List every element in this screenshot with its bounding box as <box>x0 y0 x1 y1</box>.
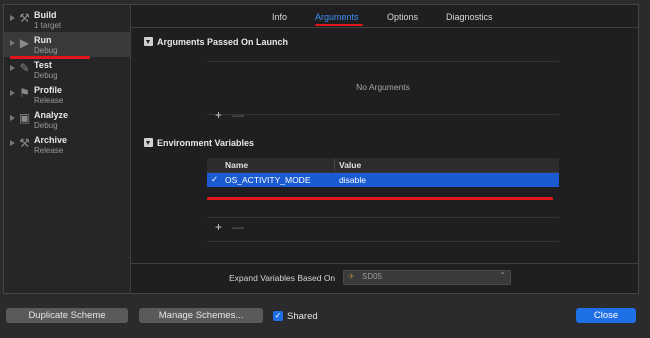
arguments-list: No Arguments <box>207 61 559 115</box>
annotation-underline <box>315 24 363 26</box>
expand-variables-select[interactable]: ✈ SD05 ⌃ <box>343 270 511 285</box>
divider <box>131 263 638 264</box>
annotation-underline <box>207 197 553 200</box>
sidebar-item-subtitle: Debug <box>34 71 58 80</box>
env-section-header[interactable]: Environment Variables <box>144 138 254 148</box>
sidebar-item-test[interactable]: ✎ Test Debug <box>4 57 130 82</box>
sidebar-item-profile[interactable]: ⚑ Profile Release <box>4 82 130 107</box>
env-value-cell[interactable]: disable <box>339 175 366 185</box>
table-row[interactable]: ✓ OS_ACTIVITY_MODE disable <box>207 173 559 187</box>
divider <box>207 217 559 218</box>
column-header-value[interactable]: Value <box>339 160 361 170</box>
chevron-right-icon <box>10 90 15 96</box>
tab-options[interactable]: Options <box>387 12 418 22</box>
chevron-right-icon <box>10 15 15 21</box>
checkbox-checked-icon[interactable]: ✓ <box>273 311 283 321</box>
close-button[interactable]: Close <box>576 308 636 323</box>
sidebar-item-subtitle: Release <box>34 96 64 105</box>
hammer-icon: ⚒ <box>19 11 30 25</box>
add-env-variable-button[interactable]: + <box>215 221 222 233</box>
remove-env-variable-button[interactable]: — <box>232 221 244 233</box>
chevron-right-icon <box>10 115 15 121</box>
arguments-section-header[interactable]: Arguments Passed On Launch <box>144 37 288 47</box>
sidebar-item-subtitle: Release <box>34 146 64 155</box>
sidebar-item-title: Build <box>34 10 57 20</box>
empty-state-text: No Arguments <box>356 82 410 92</box>
sidebar-item-title: Analyze <box>34 110 69 120</box>
column-header-name[interactable]: Name <box>225 160 248 170</box>
wrench-icon: ✎ <box>19 61 30 75</box>
sidebar-item-subtitle: Debug <box>34 121 58 130</box>
gauge-icon: ⚑ <box>19 86 30 100</box>
analyze-icon: ▣ <box>18 111 31 125</box>
section-title: Environment Variables <box>157 138 255 148</box>
scheme-detail-pane: Info Arguments Options Diagnostics Argum… <box>131 5 638 293</box>
sidebar-item-analyze[interactable]: ▣ Analyze Debug <box>4 107 130 132</box>
remove-argument-button[interactable]: — <box>232 109 244 121</box>
sidebar-item-run[interactable]: ▶ Run Debug <box>4 32 130 57</box>
chevron-right-icon <box>10 140 15 146</box>
sidebar-item-subtitle: 1 target <box>34 21 62 30</box>
expand-variables-label: Expand Variables Based On <box>229 273 336 283</box>
divider <box>207 241 559 242</box>
tab-info[interactable]: Info <box>272 12 287 22</box>
sidebar-item-title: Test <box>34 60 52 70</box>
section-title: Arguments Passed On Launch <box>157 37 289 47</box>
chevron-right-icon <box>10 40 15 46</box>
select-value: SD05 <box>362 272 383 281</box>
scheme-actions-sidebar: ⚒ Build 1 target ▶ Run Debug ✎ Test Debu… <box>4 5 131 293</box>
sidebar-item-subtitle: Debug <box>34 46 58 55</box>
sidebar-item-build[interactable]: ⚒ Build 1 target <box>4 7 130 32</box>
annotation-underline <box>10 56 90 59</box>
archive-icon: ⚒ <box>19 136 30 150</box>
play-icon: ▶ <box>19 36 30 50</box>
app-target-icon: ✈ <box>348 272 355 281</box>
sidebar-item-title: Archive <box>34 135 68 145</box>
disclosure-triangle-icon[interactable] <box>144 37 153 46</box>
env-name-cell[interactable]: OS_ACTIVITY_MODE <box>225 175 311 185</box>
chevron-right-icon <box>10 65 15 71</box>
table-header: Name Value <box>207 158 559 173</box>
tab-bar: Info Arguments Options Diagnostics <box>131 5 638 28</box>
tab-diagnostics[interactable]: Diagnostics <box>446 12 493 22</box>
sidebar-item-archive[interactable]: ⚒ Archive Release <box>4 132 130 157</box>
shared-label: Shared <box>287 311 318 322</box>
sidebar-item-title: Profile <box>34 85 63 95</box>
tab-arguments[interactable]: Arguments <box>315 12 359 22</box>
manage-schemes-button[interactable]: Manage Schemes... <box>139 308 263 323</box>
sidebar-item-title: Run <box>34 35 52 45</box>
chevron-updown-icon: ⌃ <box>499 271 506 280</box>
disclosure-triangle-icon[interactable] <box>144 138 153 147</box>
scheme-editor-window: ⚒ Build 1 target ▶ Run Debug ✎ Test Debu… <box>3 4 639 294</box>
enabled-checkbox[interactable]: ✓ <box>210 175 219 184</box>
duplicate-scheme-button[interactable]: Duplicate Scheme <box>6 308 128 323</box>
add-argument-button[interactable]: + <box>215 109 222 121</box>
column-divider <box>334 159 335 171</box>
